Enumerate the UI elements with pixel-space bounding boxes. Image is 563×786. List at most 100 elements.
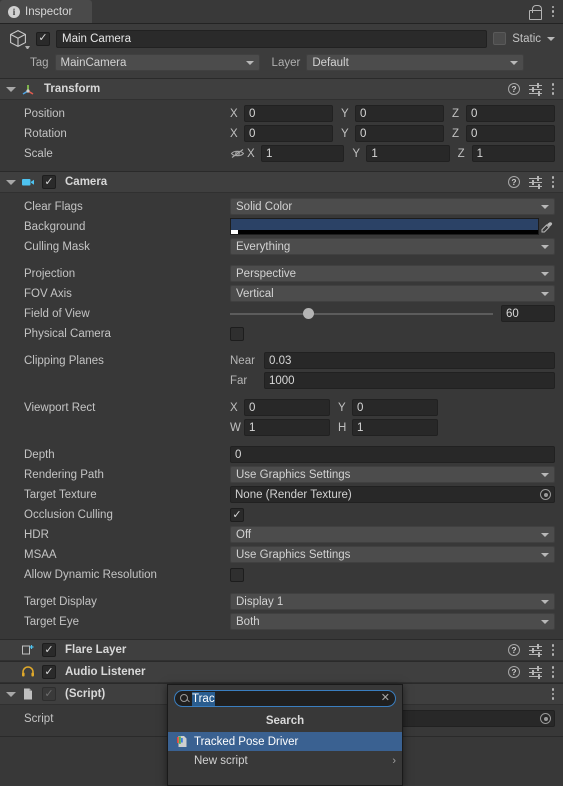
projection-dropdown[interactable]: Perspective bbox=[230, 265, 555, 282]
audio-listener-header[interactable]: ✓ Audio Listener ? bbox=[0, 662, 563, 683]
preset-settings-icon[interactable] bbox=[529, 83, 542, 96]
preset-settings-icon[interactable] bbox=[529, 176, 542, 189]
rendering-path-dropdown[interactable]: Use Graphics Settings bbox=[230, 466, 555, 483]
close-icon[interactable]: ✕ bbox=[381, 693, 390, 704]
kebab-menu-icon[interactable] bbox=[551, 644, 555, 656]
target-display-row: Target Display Display 1 bbox=[8, 592, 555, 611]
transform-rotation-row: Rotation X 0 Y 0 Z 0 bbox=[8, 124, 555, 143]
occlusion-culling-checkbox[interactable]: ✓ bbox=[230, 507, 244, 522]
clipping-far-field[interactable]: 1000 bbox=[264, 372, 555, 389]
chevron-down-icon bbox=[541, 204, 549, 209]
tag-dropdown[interactable]: MainCamera bbox=[54, 54, 260, 71]
depth-field[interactable]: 0 bbox=[230, 446, 555, 463]
rotation-z-field[interactable]: 0 bbox=[466, 125, 555, 142]
transform-header[interactable]: Transform ? bbox=[0, 79, 563, 100]
camera-header[interactable]: ✓ Camera ? bbox=[0, 172, 563, 193]
transform-title: Transform bbox=[44, 83, 101, 95]
position-label: Position bbox=[24, 107, 65, 120]
help-icon[interactable]: ? bbox=[508, 666, 520, 678]
target-eye-label: Target Eye bbox=[24, 615, 79, 628]
gameobject-name-field[interactable]: Main Camera bbox=[56, 29, 488, 48]
camera-enabled-checkbox[interactable]: ✓ bbox=[42, 175, 56, 189]
kebab-menu-icon[interactable] bbox=[551, 688, 555, 700]
fov-axis-dropdown[interactable]: Vertical bbox=[230, 285, 555, 302]
layer-dropdown[interactable]: Default bbox=[306, 54, 525, 71]
preset-settings-icon[interactable] bbox=[529, 666, 542, 679]
background-alpha-bar bbox=[231, 230, 538, 234]
rotation-x-field[interactable]: 0 bbox=[244, 125, 333, 142]
occlusion-culling-label: Occlusion Culling bbox=[24, 508, 113, 521]
kebab-menu-icon[interactable] bbox=[551, 5, 555, 18]
kebab-menu-icon[interactable] bbox=[551, 176, 555, 188]
position-z-field[interactable]: 0 bbox=[466, 105, 555, 122]
clear-flags-dropdown[interactable]: Solid Color bbox=[230, 198, 555, 215]
culling-mask-dropdown[interactable]: Everything bbox=[230, 238, 555, 255]
viewport-y-field[interactable]: 0 bbox=[352, 399, 438, 416]
scale-z-field[interactable]: 1 bbox=[471, 145, 555, 162]
rotation-y-field[interactable]: 0 bbox=[355, 125, 444, 142]
physical-camera-checkbox[interactable] bbox=[230, 326, 244, 341]
foldout-arrow-icon[interactable] bbox=[6, 86, 16, 92]
target-display-dropdown[interactable]: Display 1 bbox=[230, 593, 555, 610]
kebab-menu-icon[interactable] bbox=[551, 83, 555, 95]
viewport-w-label: W bbox=[230, 421, 241, 434]
field-of-view-field[interactable]: 60 bbox=[501, 305, 555, 322]
script-search-field[interactable]: Trac ✕ bbox=[174, 690, 396, 707]
help-icon[interactable]: ? bbox=[508, 83, 520, 95]
viewport-rect-label: Viewport Rect bbox=[24, 401, 96, 414]
field-of-view-slider[interactable] bbox=[230, 307, 501, 319]
object-picker-icon[interactable] bbox=[540, 713, 551, 724]
tab-inspector[interactable]: i Inspector bbox=[0, 0, 92, 23]
lock-icon[interactable] bbox=[528, 5, 542, 20]
scale-x-field[interactable]: 1 bbox=[261, 145, 345, 162]
gameobject-enabled-checkbox[interactable]: ✓ bbox=[36, 31, 50, 46]
msaa-dropdown[interactable]: Use Graphics Settings bbox=[230, 546, 555, 563]
depth-label: Depth bbox=[24, 448, 55, 461]
script-search-new-script[interactable]: New script › bbox=[168, 751, 402, 770]
cube-icon bbox=[8, 29, 30, 50]
hdr-control: Off bbox=[230, 526, 555, 543]
foldout-arrow-icon[interactable] bbox=[6, 691, 16, 697]
hdr-dropdown[interactable]: Off bbox=[230, 526, 555, 543]
object-picker-icon[interactable] bbox=[540, 489, 551, 500]
constrain-proportions-off-icon[interactable] bbox=[230, 148, 245, 159]
script-search-result-tracked-pose-driver[interactable]: Tracked Pose Driver bbox=[168, 732, 402, 751]
audio-listener-enabled-checkbox[interactable]: ✓ bbox=[42, 665, 56, 679]
background-color-swatch[interactable] bbox=[230, 218, 539, 235]
flare-layer-enabled-checkbox[interactable]: ✓ bbox=[42, 643, 56, 657]
occlusion-culling-row: Occlusion Culling ✓ bbox=[8, 505, 555, 524]
target-texture-objectfield[interactable]: None (Render Texture) bbox=[230, 486, 555, 503]
preset-settings-icon[interactable] bbox=[529, 644, 542, 657]
audio-listener-title: Audio Listener bbox=[65, 666, 146, 678]
static-dropdown-arrow-icon[interactable] bbox=[547, 36, 555, 41]
info-icon: i bbox=[8, 5, 20, 18]
allow-dynamic-resolution-checkbox[interactable] bbox=[230, 567, 244, 582]
static-checkbox[interactable] bbox=[493, 32, 507, 45]
target-texture-label: Target Texture bbox=[24, 488, 97, 501]
clear-flags-label: Clear Flags bbox=[24, 200, 83, 213]
position-x-field[interactable]: 0 bbox=[244, 105, 333, 122]
slider-thumb[interactable] bbox=[303, 307, 315, 319]
clipping-near-field[interactable]: 0.03 bbox=[264, 352, 555, 369]
target-display-control: Display 1 bbox=[230, 593, 555, 610]
foldout-arrow-icon[interactable] bbox=[6, 179, 16, 185]
kebab-menu-icon[interactable] bbox=[551, 666, 555, 678]
flare-layer-title: Flare Layer bbox=[65, 644, 127, 656]
target-eye-dropdown[interactable]: Both bbox=[230, 613, 555, 630]
eyedropper-icon[interactable] bbox=[539, 221, 555, 233]
fov-axis-row: FOV Axis Vertical bbox=[8, 284, 555, 303]
viewport-h-field[interactable]: 1 bbox=[352, 419, 438, 436]
viewport-x-field[interactable]: 0 bbox=[244, 399, 330, 416]
scale-y-field[interactable]: 1 bbox=[366, 145, 450, 162]
inspector-window: i Inspector ✓ Main Camera Static Tag Mai… bbox=[0, 0, 563, 786]
help-icon[interactable]: ? bbox=[508, 176, 520, 188]
target-display-value: Display 1 bbox=[236, 595, 284, 608]
flare-layer-header[interactable]: ✓ Flare Layer ? bbox=[0, 640, 563, 661]
projection-row: Projection Perspective bbox=[8, 264, 555, 283]
script-enabled-checkbox[interactable]: ✓ bbox=[42, 687, 56, 701]
viewport-x-label: X bbox=[230, 401, 238, 414]
position-y-field[interactable]: 0 bbox=[355, 105, 444, 122]
viewport-w-field[interactable]: 1 bbox=[244, 419, 330, 436]
help-icon[interactable]: ? bbox=[508, 644, 520, 656]
